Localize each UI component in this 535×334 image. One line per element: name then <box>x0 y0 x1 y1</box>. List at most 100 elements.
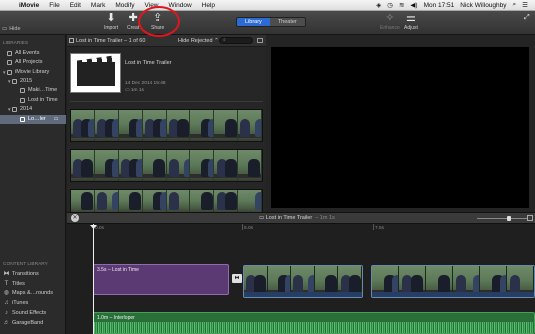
event-browser: Lost in Time Trailer – 1 of 60 Hide Reje… <box>67 35 266 213</box>
video-clip[interactable] <box>243 265 363 298</box>
zoom-slider[interactable] <box>477 216 527 221</box>
clip-filmstrip-1[interactable] <box>70 109 263 142</box>
hide-rejected-dropdown[interactable]: Hide Rejected ⌃ <box>178 38 219 44</box>
menu-window[interactable]: Window <box>164 0 197 11</box>
menu-view[interactable]: View <box>140 0 164 11</box>
search-field[interactable]: ⌕ <box>219 37 253 44</box>
menu-mark[interactable]: Mark <box>86 0 110 11</box>
sidebar-item-imovie-library[interactable]: ▼ iMovie Library <box>0 68 66 77</box>
sidebar-item-label: Maps &…rounds <box>12 290 53 296</box>
share-icon: ⇪ <box>153 12 163 24</box>
clip-audio-waveform <box>372 292 534 297</box>
sidebar-item-label: iMovie Library <box>15 69 50 75</box>
clip-frame <box>142 150 167 181</box>
sidebar-item-making[interactable]: Maki…Time <box>0 86 66 95</box>
import-button[interactable]: ⬇ Import <box>104 12 118 31</box>
project-thumbnail[interactable] <box>70 53 121 93</box>
sidebar-item-label: Lo…ler <box>28 116 46 122</box>
menu-app-name[interactable]: iMovie <box>14 0 44 11</box>
timeline-settings-icon[interactable] <box>527 215 533 221</box>
projects-icon <box>7 60 12 65</box>
libraries-sidebar: LIBRARIES All Events All Projects ▼ iMov… <box>0 35 66 334</box>
sidebar-item-label: GarageBand <box>12 320 44 326</box>
event-icon <box>20 98 25 103</box>
sidebar-item-all-events[interactable]: All Events <box>0 49 66 58</box>
magic-wand-icon: ✧ <box>385 12 395 24</box>
timeline[interactable]: 0.0s 5.0s 7.5s 3.5s – Lost in Time ⧓ 1.0… <box>67 224 535 334</box>
sidebar-item-2015[interactable]: ▼ 2015 <box>0 77 66 86</box>
clip-filmstrip-2[interactable] <box>70 149 263 182</box>
browser-toggle-icon[interactable] <box>69 38 74 43</box>
clock-icon[interactable]: ◷ <box>384 1 396 9</box>
browser-title: Lost in Time Trailer – 1 of 60 <box>76 38 146 44</box>
hide-libraries-button[interactable]: ▭ Hide <box>2 26 21 32</box>
adjust-button[interactable]: ⚌ Adjust <box>404 12 418 31</box>
sidebar-item-itunes[interactable]: ♫ iTunes <box>0 299 66 308</box>
view-segmented-control: Library Theater <box>236 17 306 27</box>
zoom-slider-knob[interactable] <box>507 216 511 221</box>
clip-frame <box>142 190 167 213</box>
fullscreen-button[interactable]: ⤢ <box>524 11 530 24</box>
spotlight-icon[interactable]: ⌕ <box>510 1 520 9</box>
libraries-header: LIBRARIES <box>3 41 29 46</box>
dropbox-icon[interactable]: ◈ <box>373 1 384 9</box>
transition-icon[interactable]: ⧓ <box>232 274 242 283</box>
ruler-label: 5.0s <box>244 226 254 231</box>
ruler-tick <box>242 224 243 230</box>
wifi-icon[interactable]: ≋ <box>396 1 407 9</box>
transitions-icon: ⧓ <box>3 271 10 277</box>
sidebar-item-2014[interactable]: ▼ 2014 <box>0 105 66 114</box>
project-length-value: 1m 1s <box>130 88 144 93</box>
title-clip[interactable]: 3.5s – Lost in Time <box>93 264 229 295</box>
share-label: Share <box>151 25 165 31</box>
volume-icon[interactable]: ◀) <box>407 1 420 9</box>
menu-user[interactable]: Nick Willoughby <box>457 2 509 9</box>
sidebar-item-all-projects[interactable]: All Projects <box>0 58 66 67</box>
notification-center-icon[interactable]: ☰ <box>519 1 531 9</box>
clip-frame <box>142 110 167 141</box>
project-row[interactable]: Lost in Time Trailer 14 Dec 2014 15:48 ▭… <box>70 53 260 95</box>
sidebar-item-titles[interactable]: T Titles <box>0 280 66 289</box>
sidebar-item-lost-in-time[interactable]: Lost in Time <box>0 96 66 105</box>
tab-library[interactable]: Library <box>237 18 270 26</box>
music-clip[interactable]: 1.0m – Interloper <box>93 312 535 334</box>
sidebar-item-maps[interactable]: ◍ Maps &…rounds <box>0 289 66 298</box>
ruler-tick <box>373 224 374 230</box>
sidebar-item-label: 2014 <box>20 106 33 112</box>
project-name: Lost in Time Trailer <box>125 60 172 66</box>
share-button[interactable]: ⇪ Share <box>151 12 164 31</box>
clip-frame <box>166 150 191 181</box>
menu-extras: ◈ ◷ ≋ ◀) Mon 17:51 Nick Willoughby ⌕ ☰ <box>373 1 535 9</box>
playhead[interactable] <box>90 224 97 334</box>
event-icon <box>20 117 25 122</box>
music-clip-label: 1.0m – Interloper <box>97 315 135 321</box>
menu-help[interactable]: Help <box>197 0 220 11</box>
video-clip[interactable] <box>371 265 535 298</box>
menu-edit[interactable]: Edit <box>65 0 86 11</box>
sidebar-item-transitions[interactable]: ⧓ Transitions <box>0 270 66 279</box>
clip-frame <box>190 110 215 141</box>
tab-theater[interactable]: Theater <box>269 18 305 26</box>
viewer-screen[interactable] <box>271 47 529 208</box>
create-button[interactable]: ✚ Creat <box>127 12 139 31</box>
event-icon <box>20 88 25 93</box>
clip-frame <box>71 150 95 181</box>
clip-frame <box>118 150 143 181</box>
menu-clock[interactable]: Mon 17:51 <box>421 2 458 9</box>
clapperboard-icon <box>77 62 115 86</box>
menu-file[interactable]: File <box>44 0 64 11</box>
enhance-button[interactable]: ✧ Enhance <box>380 12 400 31</box>
import-label: Import <box>104 25 119 31</box>
clip-frame <box>238 110 262 141</box>
timeline-duration: – 1m 1s <box>315 215 335 221</box>
menu-modify[interactable]: Modify <box>110 0 139 11</box>
clip-frame <box>190 150 215 181</box>
sidebar-item-trailer-event[interactable]: Lo…ler ▭ <box>0 115 66 124</box>
clip-appearance-icon[interactable] <box>257 38 263 43</box>
sidebar-item-garageband[interactable]: ♬ GarageBand <box>0 319 66 328</box>
clip-filmstrip-3[interactable] <box>70 189 263 213</box>
project-badge-icon: ▭ <box>53 116 59 122</box>
sidebar-item-sound-effects[interactable]: ♪ Sound Effects <box>0 309 66 318</box>
imovie-window: iMovie File Edit Mark Modify View Window… <box>0 0 535 334</box>
close-icon[interactable]: ✕ <box>71 214 79 222</box>
